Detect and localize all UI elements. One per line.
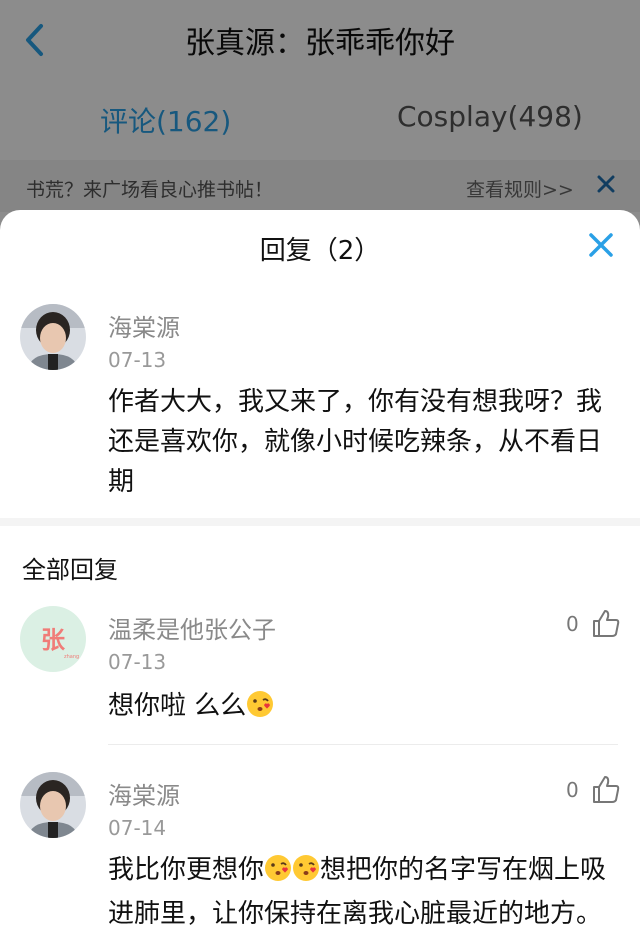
thumbs-up-icon [593, 610, 620, 637]
svg-text:zhang: zhang [64, 654, 79, 660]
reply-date: 07-13 [108, 650, 167, 674]
comment-author[interactable]: 海棠源 [108, 308, 180, 343]
kissing-face-icon [246, 690, 274, 730]
user-avatar-photo [20, 772, 86, 838]
avatar[interactable]: 张 zhang [20, 606, 86, 672]
sheet-title: 回复（2） [259, 236, 381, 266]
avatar[interactable] [20, 772, 86, 838]
close-icon [589, 233, 613, 257]
comment-date: 07-13 [108, 348, 167, 372]
reply-text: 想你啦 么么 [108, 686, 608, 730]
thumbs-up-icon [593, 776, 620, 803]
user-avatar-logo: 张 zhang [20, 606, 86, 672]
like-count: 0 [566, 612, 579, 636]
like-button[interactable] [592, 774, 620, 804]
reply-divider [108, 744, 618, 745]
kissing-face-icon [264, 854, 292, 894]
svg-text:张: 张 [41, 626, 66, 654]
user-avatar-photo [20, 304, 86, 370]
reply-text: 我比你更想你 想把你的名字写在烟上吸进肺里，让你保持在离我心脏最近的地方。 [108, 850, 608, 932]
all-replies-label: 全部回复 [22, 556, 118, 584]
kissing-face-icon [292, 854, 320, 894]
reply-author[interactable]: 温柔是他张公子 [108, 610, 276, 645]
reply-text-part: 想你啦 么么 [108, 691, 247, 721]
comment-text: 作者大大，我又来了，你有没有想我呀？我还是喜欢你，就像小时候吃辣条，从不看日期 [108, 387, 603, 497]
like-count: 0 [566, 778, 579, 802]
reply-author[interactable]: 海棠源 [108, 776, 180, 811]
reply-sheet: 回复（2） 海棠源 07-13 作者大大，我又来了，你有没有想我呀？我还是喜欢你… [0, 210, 640, 932]
section-divider [0, 518, 640, 526]
sheet-close-button[interactable] [584, 228, 618, 262]
reply-text-part: 我比你更想你 [108, 855, 265, 885]
reply-date: 07-14 [108, 816, 167, 840]
avatar[interactable] [20, 304, 86, 370]
like-button[interactable] [592, 608, 620, 638]
